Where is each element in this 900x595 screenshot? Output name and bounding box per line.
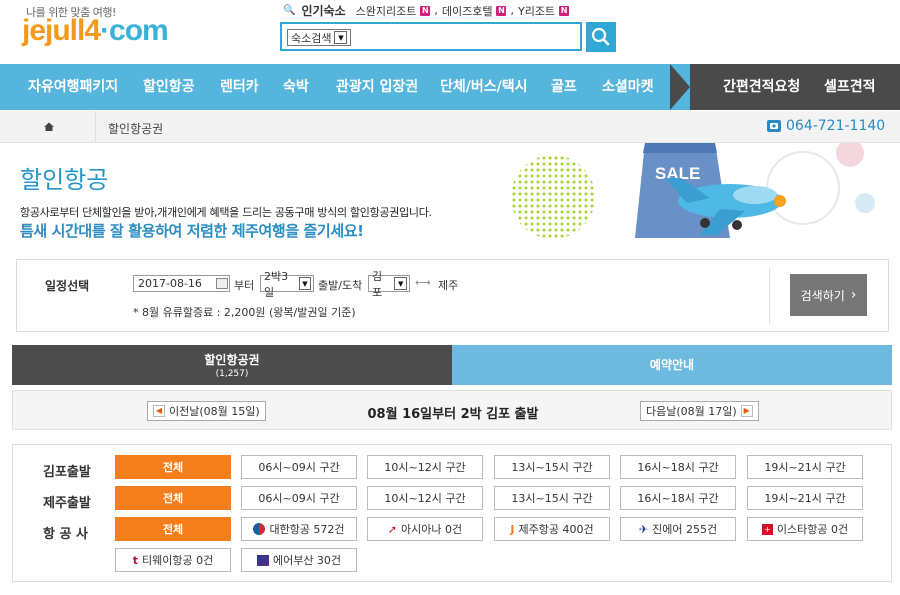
prev-day-button[interactable]: ◀ 이전날(08월 15일)	[147, 401, 266, 421]
gimpo-all-button[interactable]: 전체	[115, 455, 231, 479]
schedule-panel: 일정선택 2017-08-16 부터 2박3일 ▼ 출발/도착 김포 ▼ ⟷ 제주 …	[16, 259, 889, 332]
airline-all-button[interactable]: 전체	[115, 517, 231, 541]
swap-arrow-icon: ⟷	[415, 276, 431, 289]
jeju-slot-button[interactable]: 13시~15시 구간	[494, 486, 610, 510]
airline-jeju-air[interactable]: J 제주항공 400건	[494, 517, 610, 541]
popular-item[interactable]: 스완지리조트	[356, 3, 417, 19]
airline-label: 항 공 사	[43, 527, 88, 542]
popular-title: 인기숙소	[301, 4, 346, 18]
nav-item-stay[interactable]: 숙박	[283, 64, 309, 110]
nav-item-rentcar[interactable]: 렌터카	[220, 64, 259, 110]
jeju-slot-button[interactable]: 10시~12시 구간	[367, 486, 483, 510]
airline-air-busan[interactable]: 에어부산 30건	[241, 548, 357, 572]
jin-air-logo-icon: ✈	[638, 522, 649, 536]
nav-item-package[interactable]: 자유여행패키지	[28, 64, 118, 110]
chevron-down-icon: ▼	[394, 277, 407, 290]
origin-select[interactable]: 김포 ▼	[368, 270, 410, 299]
new-badge: N	[559, 5, 570, 16]
nav-item-social[interactable]: 소셜마켓	[602, 64, 654, 110]
nav-item-self-quote[interactable]: 셀프견적	[824, 64, 876, 110]
nav-item-flight[interactable]: 할인항공	[143, 64, 195, 110]
jeju-all-button[interactable]: 전체	[115, 486, 231, 510]
gimpo-slot-button[interactable]: 19시~21시 구간	[747, 455, 863, 479]
gimpo-slot-button[interactable]: 13시~15시 구간	[494, 455, 610, 479]
phone-icon	[767, 120, 781, 132]
gimpo-slot-button[interactable]: 16시~18시 구간	[620, 455, 736, 479]
chevron-left-icon: ◀	[153, 405, 165, 417]
home-button[interactable]	[0, 111, 96, 143]
next-day-button[interactable]: 다음날(08월 17일) ▶	[640, 401, 759, 421]
chevron-down-icon: ▼	[298, 277, 311, 290]
phone-number: 064-721-1140	[766, 118, 885, 134]
jeju-slot-button[interactable]: 19시~21시 구간	[747, 486, 863, 510]
new-badge: N	[496, 5, 507, 16]
search-icon: 🔍	[283, 5, 296, 16]
asiana-logo-icon: ➚	[387, 522, 398, 536]
popular-item[interactable]: Y리조트	[518, 3, 555, 19]
search-icon	[591, 27, 610, 46]
destination-label: 제주	[438, 279, 459, 292]
day-title: 08월 16일부터 2박 김포 출발	[367, 407, 539, 422]
airline-asiana[interactable]: ➚ 아시아나 0건	[367, 517, 483, 541]
site-logo[interactable]: jejull4·com	[22, 14, 169, 48]
calendar-icon[interactable]	[216, 278, 228, 289]
chevron-right-icon: ›	[850, 287, 857, 303]
page-description: 항공사로부터 단체할인을 받아,개개인에게 혜택을 드리는 공동구매 방식의 할…	[20, 206, 432, 219]
airline-jin-air[interactable]: ✈ 진에어 255건	[620, 517, 736, 541]
day-navigation: 08월 16일부터 2박 김포 출발 ◀ 이전날(08월 15일) 다음날(08월…	[12, 390, 892, 430]
schedule-search-button[interactable]: 검색하기 ›	[790, 274, 867, 316]
divider	[769, 268, 770, 324]
search-button[interactable]	[586, 22, 616, 52]
chevron-right-icon: ▶	[740, 405, 753, 417]
gimpo-slot-button[interactable]: 10시~12시 구간	[367, 455, 483, 479]
from-label: 부터	[234, 279, 255, 292]
breadcrumb-current: 할인항공권	[108, 122, 164, 136]
nav-item-bus[interactable]: 단체/버스/택시	[440, 64, 528, 110]
main-nav: 자유여행패키지 할인항공 렌터카 숙박 관광지 입장권 단체/버스/택시 골프 …	[0, 64, 900, 110]
new-badge: N	[420, 5, 431, 16]
jeju-air-logo-icon: J	[510, 522, 515, 536]
search-box[interactable]: 숙소검색 ▼	[280, 22, 582, 51]
fuel-surcharge-note: * 8월 유류할증료 : 2,200원 (왕복/발권일 기준)	[133, 306, 356, 319]
depart-arrive-label: 출발/도착	[318, 279, 363, 292]
tab-reservation-guide[interactable]: 예약안내	[452, 345, 892, 385]
airline-eastar[interactable]: + 이스타항공 0건	[747, 517, 863, 541]
nav-item-ticket[interactable]: 관광지 입장권	[336, 64, 418, 110]
jeju-slot-button[interactable]: 06시~09시 구간	[241, 486, 357, 510]
airline-tway[interactable]: t 티웨이항공 0건	[115, 548, 231, 572]
nav-item-quick-quote[interactable]: 간편견적요청	[723, 64, 800, 110]
nav-arrow	[670, 64, 690, 110]
search-category-select[interactable]: 숙소검색 ▼	[287, 29, 352, 46]
tway-logo-icon: t	[132, 553, 139, 567]
schedule-label: 일정선택	[45, 279, 90, 293]
page-title: 할인항공	[20, 166, 109, 194]
home-icon	[44, 122, 54, 131]
gimpo-slot-button[interactable]: 06시~09시 구간	[241, 455, 357, 479]
air-busan-logo-icon	[256, 554, 269, 566]
popular-stays: 🔍 인기숙소 스완지리조트 N, 데이즈호텔 N, Y리조트 N	[283, 3, 570, 19]
airline-korean-air[interactable]: 대한항공 572건	[241, 517, 357, 541]
jeju-departure-label: 제주출발	[43, 496, 91, 511]
gimpo-departure-label: 김포출발	[43, 465, 91, 480]
filter-panel: 김포출발 전체 06시~09시 구간 10시~12시 구간 13시~15시 구간…	[12, 444, 892, 582]
sale-airplane-illustration: SALE	[511, 143, 875, 239]
jeju-slot-button[interactable]: 16시~18시 구간	[620, 486, 736, 510]
header: 나를 위한 맞춤 여행! jejull4·com 🔍 인기숙소 스완지리조트 N,…	[0, 0, 900, 64]
tab-bar: 할인항공권 (1,257) 예약안내	[12, 345, 892, 385]
chevron-down-icon: ▼	[334, 31, 348, 44]
breadcrumb: 할인항공권 064-721-1140	[0, 111, 900, 143]
eastar-logo-icon: +	[761, 523, 773, 535]
tab-discount-tickets[interactable]: 할인항공권 (1,257)	[12, 345, 452, 385]
korean-air-logo-icon	[253, 523, 266, 535]
popular-item[interactable]: 데이즈호텔	[442, 3, 493, 19]
nav-item-golf[interactable]: 골프	[551, 64, 577, 110]
nights-select[interactable]: 2박3일 ▼	[260, 270, 314, 299]
page-slogan: 틈새 시간대를 잘 활용하여 저렴한 제주여행을 즐기세요!	[20, 222, 364, 240]
